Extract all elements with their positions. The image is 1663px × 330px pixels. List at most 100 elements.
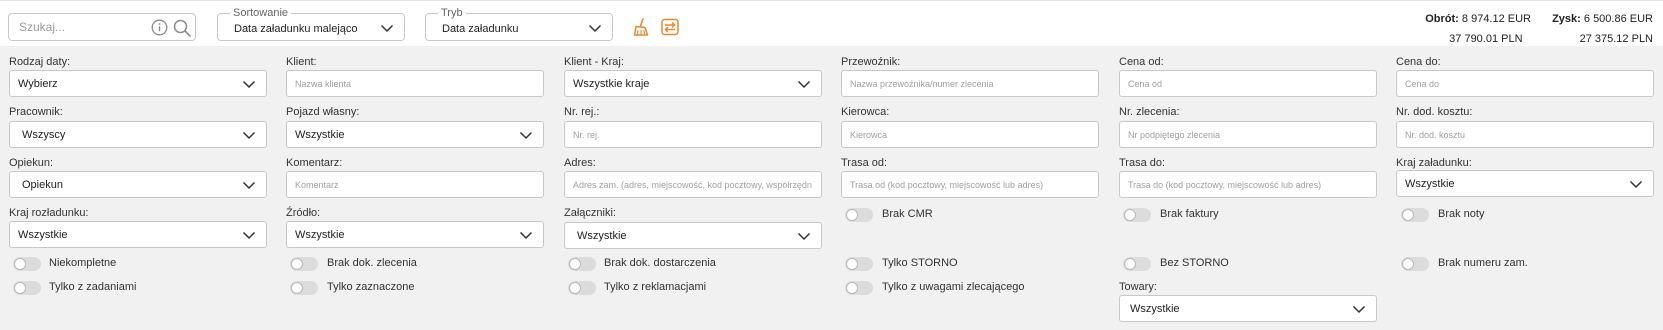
driver-input[interactable]: Kierowca [841, 121, 1099, 148]
incomplete-label: Niekompletne [49, 257, 117, 269]
sort-value: Data załadunku malejąco [234, 23, 358, 35]
carrier-input[interactable]: Nazwa przewoźnika/numer zlecenia [841, 70, 1099, 97]
driver-placeholder: Kierowca [850, 130, 888, 140]
mode-select[interactable]: Tryb Data załadunku [425, 6, 613, 41]
order-no-placeholder: Nr podpiętego zlecenia [1128, 130, 1221, 140]
broom-icon[interactable] [632, 17, 652, 37]
sort-select[interactable]: Sortowanie Data załadunku malejąco [217, 6, 405, 41]
search-icon[interactable] [172, 18, 192, 38]
guardian-label: Opiekun: [9, 157, 54, 169]
comment-placeholder: Komentarz [295, 180, 339, 190]
chevron-down-icon [797, 232, 811, 241]
carrier-placeholder: Nazwa przewoźnika/numer zlecenia [850, 79, 994, 89]
attachments-select[interactable]: Wszystkie [564, 222, 822, 249]
price-from-input[interactable]: Cena od [1119, 70, 1377, 97]
source-label: Źródło: [286, 207, 321, 219]
client-country-label: Klient - Kraj: [564, 56, 624, 68]
date-type-value: Wybierz [18, 78, 58, 90]
reg-no-input[interactable]: Nr. rej. [564, 121, 822, 148]
info-icon[interactable] [151, 19, 168, 36]
route-to-input[interactable]: Trasa do (kod pocztowy, miejscowość lub … [1119, 171, 1377, 198]
route-to-placeholder: Trasa do (kod pocztowy, miejscowość lub … [1128, 180, 1322, 190]
chevron-down-icon [380, 24, 394, 33]
no-cmr-toggle[interactable] [845, 208, 873, 222]
chevron-down-icon [242, 181, 256, 190]
comment-label: Komentarz: [286, 157, 343, 169]
client-placeholder: Nazwa klienta [295, 79, 352, 89]
profit-pln: 27 375.12 PLN [1579, 33, 1653, 45]
order-no-input[interactable]: Nr podpiętego zlecenia [1119, 121, 1377, 148]
incomplete-toggle[interactable] [13, 257, 41, 271]
mode-value: Data załadunku [442, 23, 519, 35]
attachments-value: Wszystkie [577, 230, 627, 242]
loading-country-value: Wszystkie [1405, 178, 1455, 190]
chevron-down-icon [242, 231, 256, 240]
search-box[interactable] [8, 13, 196, 41]
employee-value: Wszyscy [22, 129, 66, 141]
no-delivery-doc-toggle[interactable] [568, 257, 596, 271]
guardian-value: Opiekun [22, 179, 63, 191]
client-country-select[interactable]: Wszystkie kraje [564, 70, 822, 97]
mode-legend: Tryb [438, 6, 466, 20]
only-with-complaints-toggle[interactable] [568, 281, 596, 295]
only-storno-toggle[interactable] [845, 257, 873, 271]
carrier-label: Przewoźnik: [841, 56, 901, 68]
driver-label: Kierowca: [841, 106, 890, 118]
goods-label: Towary: [1119, 281, 1157, 293]
profit-eur: 6 500.86 EUR [1583, 13, 1653, 25]
unloading-country-value: Wszystkie [18, 229, 68, 241]
no-order-number-toggle[interactable] [1401, 257, 1429, 271]
without-storno-toggle[interactable] [1123, 257, 1151, 271]
client-input[interactable]: Nazwa klienta [286, 70, 544, 97]
attachments-label: Załączniki: [564, 207, 616, 219]
date-type-select[interactable]: Wybierz [9, 70, 267, 97]
extra-cost-no-placeholder: Nr. dod. kosztu [1405, 130, 1466, 140]
chevron-down-icon [1352, 305, 1366, 314]
price-to-input[interactable]: Cena do [1396, 70, 1654, 97]
route-from-label: Trasa od: [841, 157, 888, 169]
only-marked-label: Tylko zaznaczone [327, 281, 415, 293]
goods-select[interactable]: Wszystkie [1119, 295, 1377, 322]
chevron-down-icon [519, 131, 533, 140]
address-label: Adres: [564, 157, 596, 169]
extra-cost-no-input[interactable]: Nr. dod. kosztu [1396, 121, 1654, 148]
route-to-label: Trasa do: [1119, 157, 1166, 169]
client-label: Klient: [286, 56, 317, 68]
reg-no-placeholder: Nr. rej. [573, 130, 600, 140]
only-marked-toggle[interactable] [290, 281, 318, 295]
no-delivery-doc-label: Brak dok. dostarczenia [604, 257, 716, 269]
own-vehicle-label: Pojazd własny: [286, 106, 360, 118]
comment-input[interactable]: Komentarz [286, 171, 544, 198]
route-from-input[interactable]: Trasa od (kod pocztowy, miejscowość lub … [841, 171, 1099, 198]
no-order-number-label: Brak numeru zam. [1438, 257, 1528, 269]
guardian-select[interactable]: Opiekun [9, 171, 267, 198]
only-with-principal-remarks-toggle[interactable] [845, 281, 873, 295]
route-from-placeholder: Trasa od (kod pocztowy, miejscowość lub … [850, 180, 1044, 190]
no-order-doc-toggle[interactable] [290, 257, 318, 271]
no-invoice-toggle[interactable] [1123, 208, 1151, 222]
price-from-placeholder: Cena od [1128, 79, 1163, 89]
date-type-label: Rodzaj daty: [9, 56, 71, 68]
only-with-principal-remarks-label: Tylko z uwagami zlecającego [882, 281, 1025, 293]
turnover-label: Obrót: [1425, 13, 1459, 25]
loading-country-select[interactable]: Wszystkie [1396, 170, 1654, 197]
price-from-label: Cena od: [1119, 56, 1164, 68]
unloading-country-select[interactable]: Wszystkie [9, 221, 267, 248]
turnover: Obrót: 8 974.12 EUR [1425, 13, 1531, 25]
own-vehicle-value: Wszystkie [295, 129, 345, 141]
address-input[interactable]: Adres zam. (adres, miejscowość, kod pocz… [564, 171, 822, 198]
filters-panel: Rodzaj daty: Wybierz Klient: Nazwa klien… [0, 46, 1663, 330]
swap-icon[interactable] [660, 17, 680, 37]
goods-value: Wszystkie [1130, 303, 1180, 315]
only-with-tasks-toggle[interactable] [13, 281, 41, 295]
employee-select[interactable]: Wszyscy [9, 121, 267, 148]
source-select[interactable]: Wszystkie [286, 221, 544, 248]
search-input[interactable] [19, 20, 139, 34]
no-invoice-label: Brak faktury [1160, 208, 1219, 220]
extra-cost-no-label: Nr. dod. kosztu: [1396, 106, 1473, 118]
no-order-doc-label: Brak dok. zlecenia [327, 257, 417, 269]
employee-label: Pracownik: [9, 106, 63, 118]
own-vehicle-select[interactable]: Wszystkie [286, 121, 544, 148]
only-with-complaints-label: Tylko z reklamacjami [604, 281, 707, 293]
no-note-toggle[interactable] [1401, 208, 1429, 222]
